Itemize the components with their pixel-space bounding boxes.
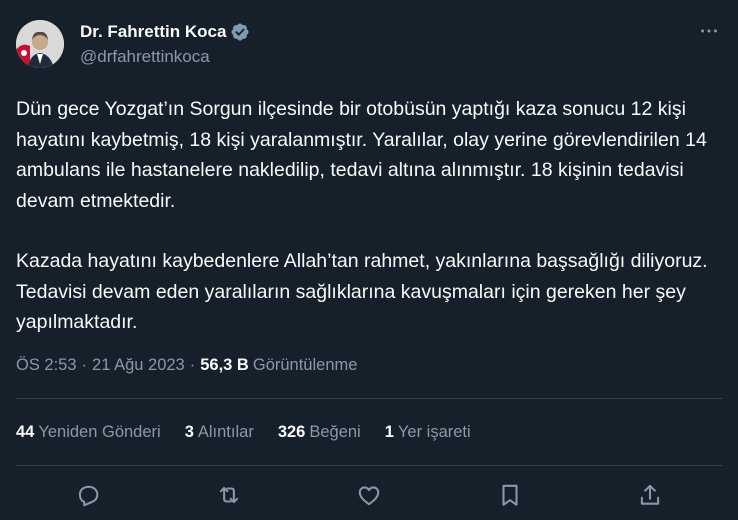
- share-button[interactable]: [637, 482, 663, 508]
- divider: [16, 465, 722, 466]
- views-count: 56,3 B: [200, 356, 249, 374]
- tweet-time[interactable]: ÖS 2:53: [16, 356, 77, 375]
- reply-button[interactable]: [75, 482, 101, 508]
- avatar[interactable]: [16, 20, 64, 68]
- tweet-meta: ÖS 2:53 · 21 Ağu 2023 · 56,3 B Görüntüle…: [16, 356, 357, 375]
- separator-dot: ·: [81, 356, 88, 374]
- likes-count: 326: [277, 423, 306, 441]
- tweet-text: Dün gece Yozgat’ın Sorgun ilçesinde bir …: [16, 94, 722, 338]
- bookmark-icon: [502, 484, 518, 506]
- avatar-image: [16, 20, 64, 68]
- quotes-label: Alıntılar: [197, 423, 254, 441]
- tweet-date[interactable]: 21 Ağu 2023: [92, 356, 185, 375]
- bookmarks-label: Yer işareti: [397, 423, 471, 441]
- likes-label: Beğeni: [309, 423, 361, 441]
- share-icon: [640, 484, 660, 505]
- bookmark-button[interactable]: [497, 482, 523, 508]
- more-horizontal-icon[interactable]: [698, 20, 720, 42]
- views-label: Görüntülenme: [252, 356, 358, 374]
- quotes-stat[interactable]: 3 Alıntılar: [185, 423, 254, 442]
- bookmarks-count: 1: [384, 423, 394, 441]
- author-name[interactable]: Dr. Fahrettin Koca: [80, 22, 226, 42]
- retweets-count: 44: [16, 423, 35, 441]
- divider: [16, 398, 722, 399]
- tweet-stats: 44 Yeniden Gönderi 3 Alıntılar 326 Beğeni 1…: [16, 423, 495, 442]
- reply-icon: [78, 485, 99, 507]
- like-button[interactable]: [356, 482, 382, 508]
- retweets-label: Yeniden Gönderi: [38, 423, 161, 441]
- action-bar: [0, 480, 738, 512]
- heart-icon: [358, 486, 380, 506]
- likes-stat[interactable]: 326 Beğeni: [278, 423, 361, 442]
- quotes-count: 3: [184, 423, 194, 441]
- separator-dot: ·: [189, 356, 196, 374]
- retweet-icon: [219, 486, 239, 504]
- retweet-button[interactable]: [216, 482, 242, 508]
- retweets-stat[interactable]: 44 Yeniden Gönderi: [16, 423, 161, 442]
- tweet-paragraph: Dün gece Yozgat’ın Sorgun ilçesinde bir …: [16, 98, 707, 212]
- tweet-paragraph: Kazada hayatını kaybedenlere Allah’tan r…: [16, 250, 708, 333]
- bookmarks-stat[interactable]: 1 Yer işareti: [385, 423, 471, 442]
- author-handle[interactable]: @drfahrettinkoca: [80, 47, 210, 67]
- verified-badge-icon: [231, 23, 249, 41]
